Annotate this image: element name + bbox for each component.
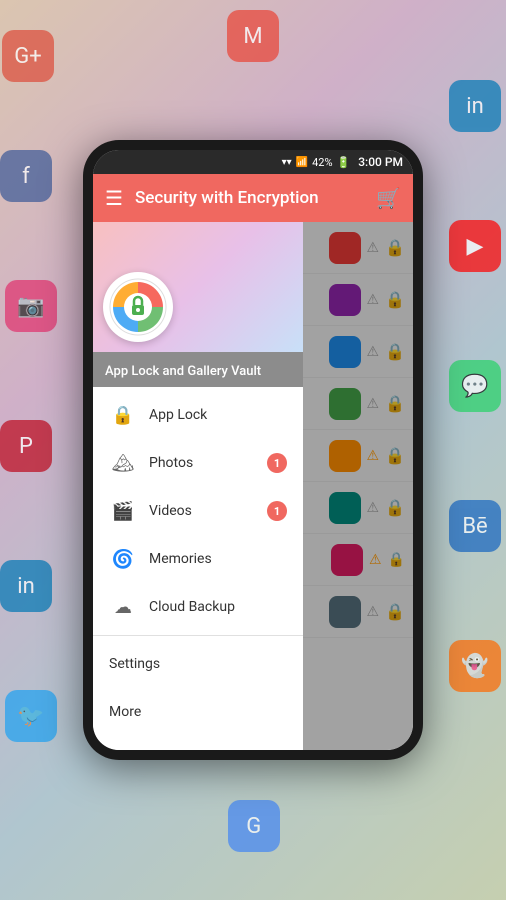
bg-icon-ig: 📷 [5, 280, 57, 332]
drawer-item-label-app-lock: App Lock [149, 407, 287, 423]
drawer-item-label-memories: Memories [149, 551, 287, 567]
memories-icon: 🌀 [109, 549, 137, 570]
drawer-item-photos[interactable]: 🏔 Photos 1 [93, 439, 303, 487]
videos-icon: 🎬 [109, 501, 137, 522]
phone-frame: ▾▾ 📶 42% 🔋 3:00 PM ☰ Security with Encry… [83, 140, 423, 760]
status-time: 3:00 PM [358, 155, 403, 169]
battery-icon: 🔋 [337, 156, 351, 169]
bg-icon-wa: 💬 [449, 360, 501, 412]
photos-badge: 1 [267, 453, 287, 473]
drawer-item-app-lock[interactable]: 🔒 App Lock [93, 391, 303, 439]
status-bar: ▾▾ 📶 42% 🔋 3:00 PM [93, 150, 413, 174]
drawer-item-label-more: More [109, 704, 287, 720]
bg-icon-pin: P [0, 420, 52, 472]
wifi-icon: ▾▾ [282, 157, 292, 168]
bg-icon-in: in [0, 560, 52, 612]
signal-icon: 📶 [296, 157, 308, 168]
bg-icon-be: Bē [449, 500, 501, 552]
cloud-backup-icon: ☁ [109, 597, 137, 618]
phone-screen: ▾▾ 📶 42% 🔋 3:00 PM ☰ Security with Encry… [93, 150, 413, 750]
app-bar: ☰ Security with Encryption 🛒 [93, 174, 413, 222]
drawer-overlay[interactable] [303, 222, 413, 750]
drawer-divider [93, 635, 303, 636]
main-content: ⚠ 🔒 ⚠ 🔒 ⚠ 🔒 ⚠ 🔒 [93, 222, 413, 750]
app-bar-title: Security with Encryption [135, 188, 376, 208]
bg-icon-gmail: M [227, 10, 279, 62]
drawer-item-label-settings: Settings [109, 656, 287, 672]
app-lock-icon: 🔒 [109, 405, 137, 426]
bg-icon-tw: 🐦 [5, 690, 57, 742]
bg-icon-google: G+ [2, 30, 54, 82]
photos-icon: 🏔 [109, 453, 137, 474]
drawer-logo [103, 272, 173, 342]
drawer-header [93, 222, 303, 352]
bg-icon-li: in [449, 80, 501, 132]
hamburger-menu-button[interactable]: ☰ [105, 186, 123, 210]
drawer-item-videos[interactable]: 🎬 Videos 1 [93, 487, 303, 535]
cart-icon[interactable]: 🛒 [376, 186, 401, 210]
drawer-item-label-photos: Photos [149, 455, 267, 471]
videos-badge: 1 [267, 501, 287, 521]
battery-percentage: 42% [312, 156, 332, 169]
drawer-item-cloud-backup[interactable]: ☁ Cloud Backup [93, 583, 303, 631]
drawer-item-settings[interactable]: Settings [93, 640, 303, 688]
bg-icon-snap: 👻 [449, 640, 501, 692]
drawer-subtitle-bar: App Lock and Gallery Vault [93, 352, 303, 387]
bg-icon-goog: G [228, 800, 280, 852]
drawer-item-label-cloud-backup: Cloud Backup [149, 599, 287, 615]
logo-svg [108, 277, 168, 337]
drawer-subtitle-text: App Lock and Gallery Vault [105, 364, 261, 379]
bg-icon-yt: ▶ [449, 220, 501, 272]
drawer-items-list: 🔒 App Lock 🏔 Photos 1 🎬 Videos 1 [93, 387, 303, 750]
bg-icon-fb: f [0, 150, 52, 202]
drawer-item-label-videos: Videos [149, 503, 267, 519]
navigation-drawer: App Lock and Gallery Vault 🔒 App Lock 🏔 … [93, 222, 303, 750]
drawer-item-memories[interactable]: 🌀 Memories [93, 535, 303, 583]
status-bar-right: ▾▾ 📶 42% 🔋 3:00 PM [282, 155, 403, 169]
drawer-item-more[interactable]: More [93, 688, 303, 736]
